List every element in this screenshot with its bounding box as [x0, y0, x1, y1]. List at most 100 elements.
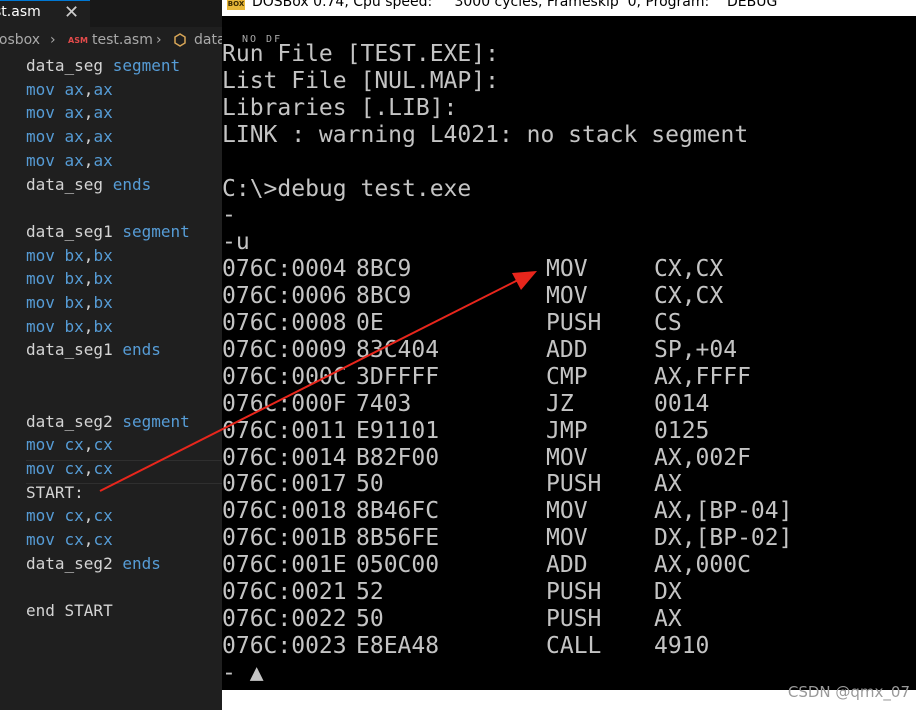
- watermark: CSDN @qmx_07: [787, 683, 910, 701]
- disasm-mnem: MOV: [546, 444, 588, 471]
- code-line[interactable]: mov ax,ax: [26, 149, 113, 173]
- code-token: mov: [26, 127, 65, 147]
- disasm-ops: 0014: [654, 390, 710, 417]
- code-line[interactable]: end START: [26, 599, 113, 623]
- code-token: ,: [83, 103, 94, 123]
- terminal-line: List File [NUL.MAP]:: [222, 67, 499, 94]
- code-token: bx: [64, 316, 84, 336]
- dosbox-titlebar[interactable]: BOX DOSBox 0.74, Cpu speed: 3000 cycles,…: [222, 0, 916, 16]
- code-line[interactable]: mov ax,ax: [26, 78, 113, 102]
- disasm-mnem: MOV: [546, 283, 588, 310]
- disasm-mnem: CMP: [546, 363, 588, 390]
- disasm-bytes: 52: [356, 579, 384, 605]
- code-token: cx: [93, 530, 113, 549]
- code-token: ax: [93, 103, 113, 123]
- code-token: ,: [83, 79, 94, 99]
- code-token: mov: [26, 103, 65, 123]
- code-token: data_seg2: [26, 411, 123, 431]
- code-token: mov: [26, 79, 65, 99]
- code-line[interactable]: mov cx,cx: [26, 433, 113, 457]
- code-token: bx: [93, 269, 113, 289]
- code-line[interactable]: mov bx,bx: [26, 315, 113, 339]
- code-token: ,: [83, 127, 94, 147]
- disasm-bytes: E8EA48: [356, 632, 440, 659]
- code-line[interactable]: mov cx,cx: [26, 504, 113, 528]
- disasm-addr: 076C:0014: [222, 444, 347, 471]
- disasm-addr: 076C:0021: [222, 579, 347, 605]
- disasm-mnem: ADD: [546, 336, 588, 363]
- disasm-addr: 076C:0017: [222, 471, 347, 498]
- code-token: ax: [64, 79, 84, 99]
- code-line[interactable]: data_seg1 ends: [26, 338, 161, 362]
- disasm-mnem: MOV: [546, 256, 588, 283]
- code-token: mov: [26, 435, 65, 455]
- terminal-line: Run File [TEST.EXE]:: [222, 41, 499, 67]
- code-token: end START: [26, 601, 113, 621]
- disasm-addr: 076C:0018: [222, 498, 347, 525]
- code-token: ,: [83, 316, 94, 336]
- code-token: mov: [26, 458, 65, 478]
- disasm-addr: 076C:001E: [222, 552, 347, 579]
- disasm-bytes: 83C404: [356, 336, 440, 363]
- code-editor[interactable]: st.asm ✕ losbox › ASM test.asm › data da…: [0, 0, 222, 710]
- code-line[interactable]: START:: [26, 481, 84, 505]
- terminal-line: Libraries [.LIB]:: [222, 94, 458, 121]
- breadcrumb-symbol[interactable]: data: [194, 32, 222, 48]
- code-line[interactable]: mov cx,cx: [26, 528, 113, 552]
- code-token: START:: [26, 482, 84, 502]
- code-line[interactable]: data_seg2 segment: [26, 410, 190, 434]
- terminal-line: -u: [222, 229, 250, 256]
- breadcrumb-file[interactable]: test.asm: [92, 32, 153, 48]
- disasm-addr: 076C:0011: [222, 417, 347, 444]
- code-line[interactable]: mov bx,bx: [26, 244, 113, 268]
- terminal-screen[interactable]: NO DF Run File [TEST.EXE]: List File [NUL…: [222, 16, 916, 690]
- code-token: ax: [93, 150, 113, 170]
- disasm-ops: AX,000C: [654, 552, 751, 579]
- code-token: segment: [122, 221, 190, 241]
- code-token: ax: [93, 127, 113, 147]
- disasm-ops: AX: [654, 605, 682, 632]
- code-token: ax: [64, 103, 84, 123]
- disasm-ops: 4910: [654, 632, 710, 659]
- code-line[interactable]: mov ax,ax: [26, 125, 113, 149]
- code-line[interactable]: data_seg2 ends: [26, 552, 161, 576]
- code-line[interactable]: mov ax,ax: [26, 101, 113, 125]
- code-line[interactable]: mov cx,cx: [26, 457, 113, 481]
- breadcrumb-folder[interactable]: losbox: [0, 32, 40, 48]
- disasm-bytes: E91101: [356, 417, 440, 444]
- code-token: data_seg1: [26, 340, 123, 360]
- code-token: data_seg2: [26, 553, 123, 573]
- disasm-bytes: 050C00: [356, 552, 440, 579]
- code-line[interactable]: mov bx,bx: [26, 267, 113, 291]
- code-line[interactable]: data_seg1 segment: [26, 220, 190, 244]
- code-line[interactable]: data_seg segment: [26, 54, 180, 78]
- code-token: data_seg: [26, 56, 113, 75]
- command-prompt: - ▲: [222, 659, 264, 686]
- chevron-right-icon: ›: [50, 32, 56, 48]
- code-line[interactable]: data_seg ends: [26, 173, 151, 197]
- code-token: mov: [26, 506, 65, 526]
- disasm-addr: 076C:0023: [222, 632, 347, 659]
- disasm-ops: AX,FFFF: [654, 363, 751, 390]
- tab-bar: st.asm ✕: [0, 0, 222, 27]
- code-token: mov: [26, 245, 65, 265]
- terminal-line: LINK : warning L4021: no stack segment: [222, 121, 749, 148]
- disasm-ops: AX,[BP-04]: [654, 498, 793, 525]
- code-token: cx: [93, 458, 113, 478]
- tab-test-asm[interactable]: st.asm ✕: [0, 0, 90, 27]
- disasm-ops: CS: [654, 310, 682, 336]
- disasm-ops: AX,002F: [654, 444, 751, 471]
- close-icon[interactable]: ✕: [64, 2, 79, 23]
- code-token: segment: [112, 56, 181, 75]
- dosbox-window[interactable]: BOX DOSBox 0.74, Cpu speed: 3000 cycles,…: [222, 0, 916, 690]
- disasm-addr: 076C:000F: [222, 390, 347, 417]
- code-line[interactable]: mov bx,bx: [26, 291, 113, 315]
- code-token: cx: [64, 530, 84, 549]
- disasm-bytes: 8B56FE: [356, 525, 440, 552]
- code-token: cx: [93, 435, 113, 455]
- disasm-addr: 076C:0006: [222, 283, 347, 310]
- disasm-bytes: 0E: [356, 310, 384, 336]
- disasm-mnem: PUSH: [546, 310, 602, 336]
- code-token: data_seg: [26, 174, 113, 194]
- code-token: bx: [64, 245, 84, 265]
